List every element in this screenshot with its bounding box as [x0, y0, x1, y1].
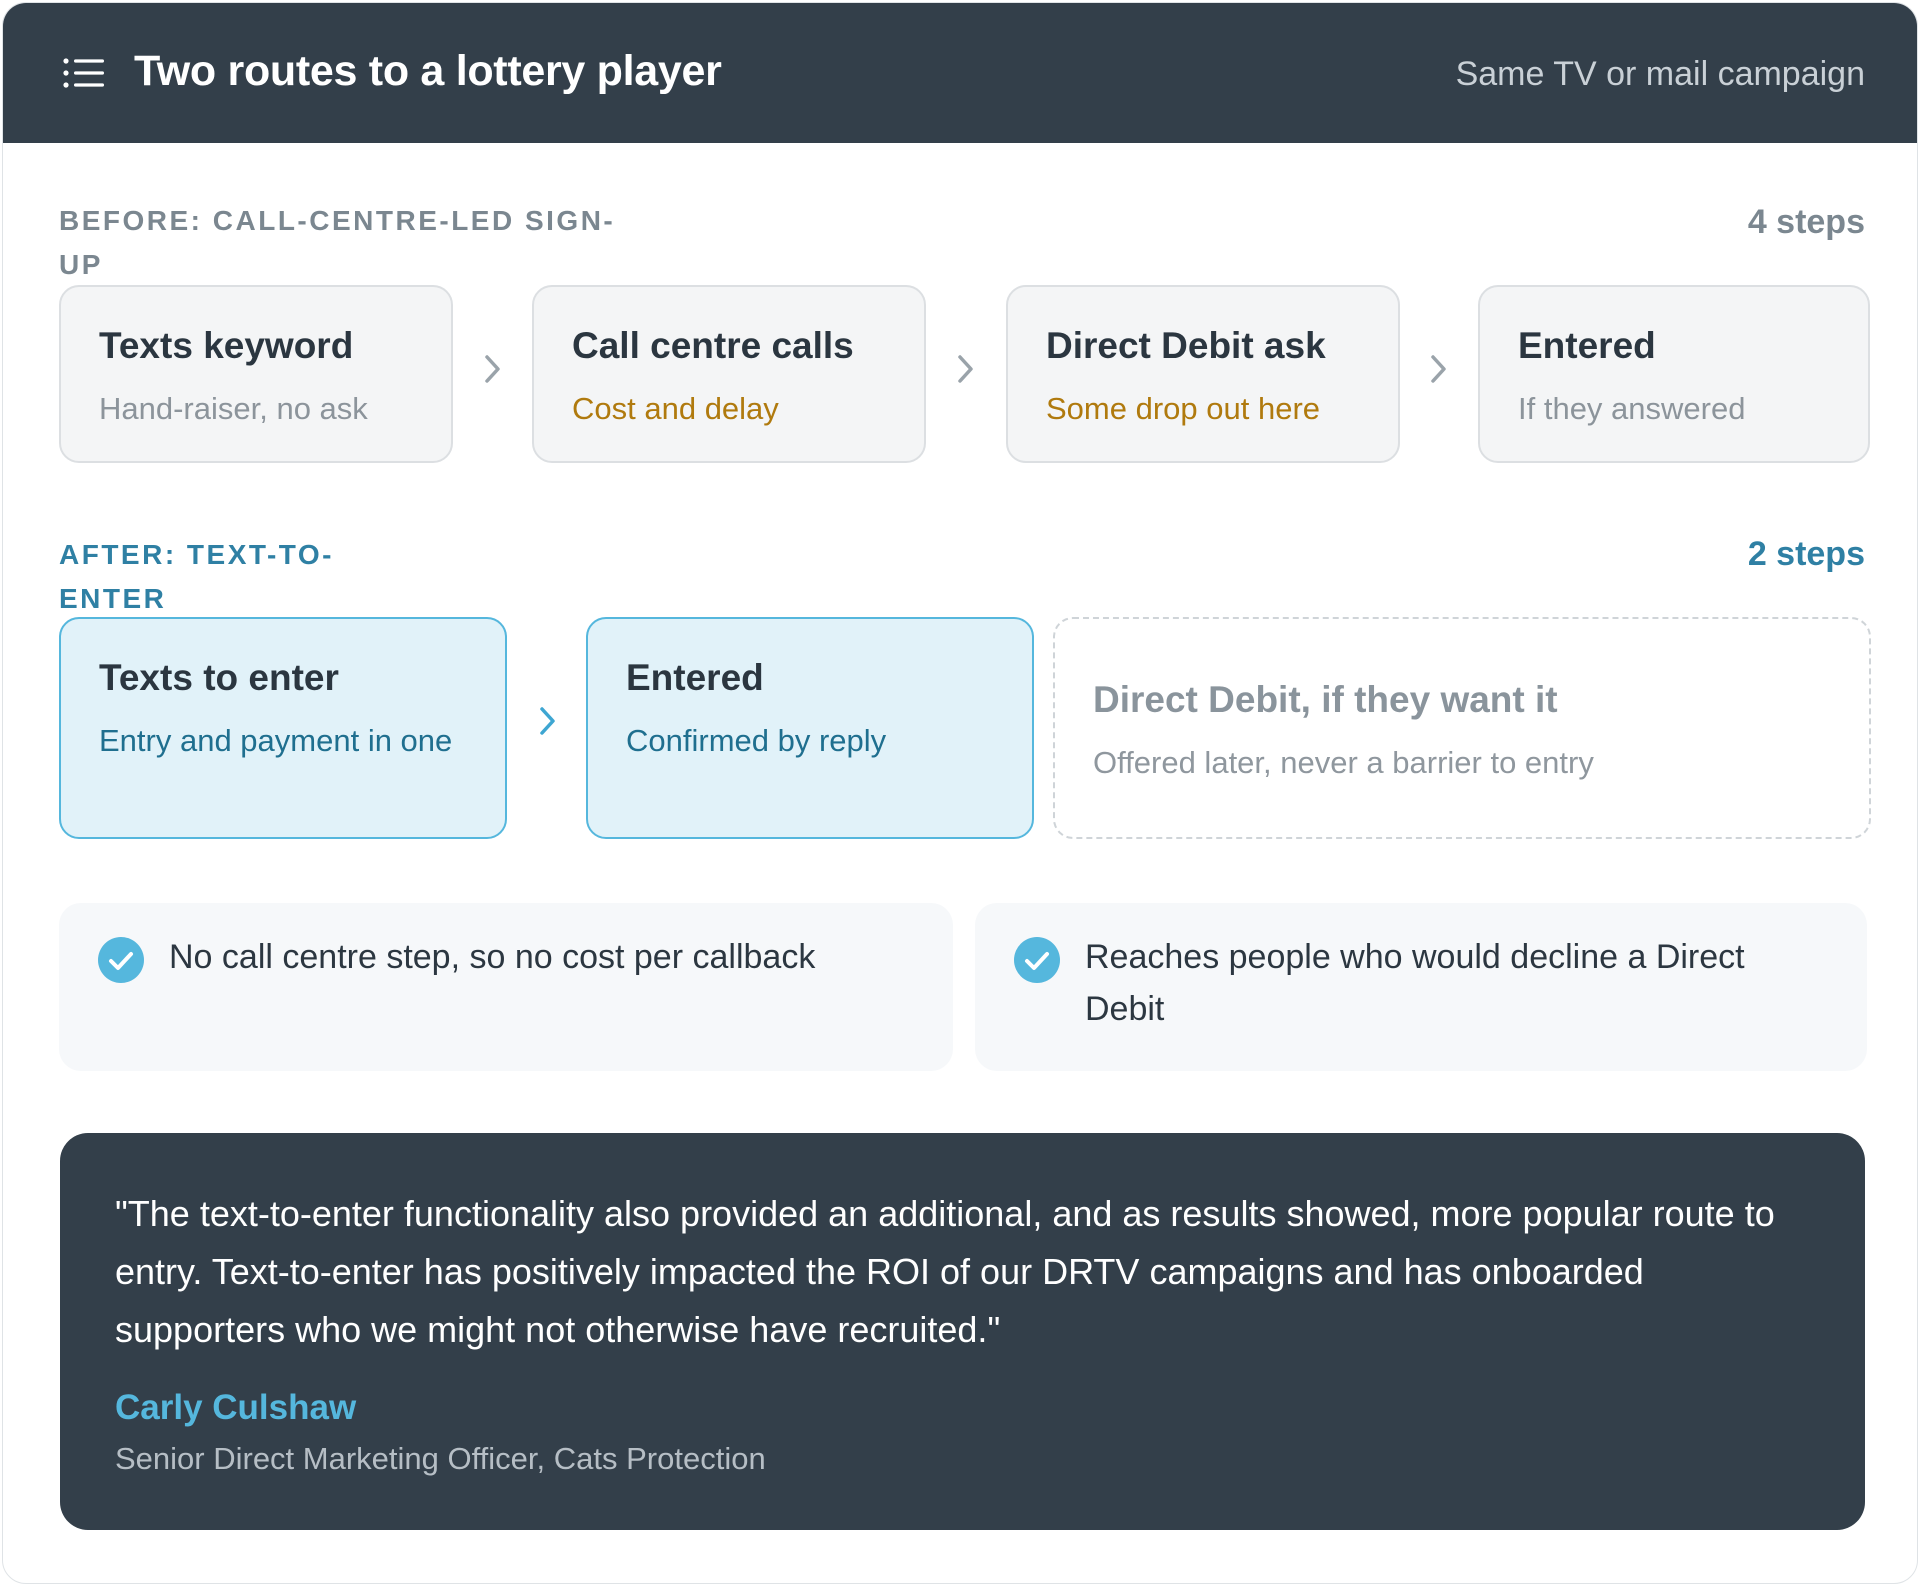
step-title: Direct Debit ask	[1046, 325, 1326, 366]
testimonial-quote: "The text-to-enter functionality also pr…	[60, 1133, 1865, 1530]
chevron-right-icon	[540, 707, 555, 735]
optional-title: Direct Debit, if they want it	[1093, 679, 1558, 720]
step-subtitle: Cost and delay	[572, 391, 779, 426]
before-section-label: BEFORE: CALL-CENTRE-LED SIGN-UP	[59, 205, 616, 280]
header-subtitle: Same TV or mail campaign	[1455, 55, 1865, 93]
optional-subtitle: Offered later, never a barrier to entry	[1093, 745, 1594, 780]
quote-text: "The text-to-enter functionality also pr…	[115, 1193, 1775, 1350]
benefit-text: Reaches people who would decline a Direc…	[1085, 938, 1745, 1028]
step-subtitle: Some drop out here	[1046, 391, 1321, 426]
page-title: Two routes to a lottery player	[134, 47, 722, 95]
check-circle-icon	[1014, 937, 1060, 983]
step-title: Call centre calls	[572, 325, 854, 366]
step-title: Texts keyword	[99, 325, 354, 366]
benefit-note: Reaches people who would decline a Direc…	[975, 903, 1867, 1071]
chevron-right-icon	[485, 355, 500, 383]
before-step-2: Call centre calls Cost and delay	[532, 285, 926, 463]
step-subtitle: If they answered	[1518, 391, 1746, 426]
step-title: Entered	[626, 657, 764, 698]
after-step-1: Texts to enter Entry and payment in one	[59, 617, 507, 839]
step-title: Texts to enter	[99, 657, 339, 698]
optional-direct-debit-box: Direct Debit, if they want it Offered la…	[1053, 617, 1871, 839]
after-section-label: AFTER: TEXT-TO-ENTER	[59, 539, 334, 614]
chevron-right-icon	[958, 355, 973, 383]
after-step-count: 2 steps	[1747, 535, 1865, 573]
step-title: Entered	[1518, 325, 1656, 366]
before-step-1: Texts keyword Hand-raiser, no ask	[59, 285, 453, 463]
diagram-card: Two routes to a lottery player Same TV o…	[2, 2, 1918, 1584]
step-subtitle: Confirmed by reply	[626, 723, 887, 758]
step-subtitle: Entry and payment in one	[99, 723, 453, 758]
benefit-note: No call centre step, so no cost per call…	[59, 903, 953, 1071]
quote-author-name: Carly Culshaw	[115, 1388, 357, 1427]
step-subtitle: Hand-raiser, no ask	[99, 391, 368, 426]
quote-author-role: Senior Direct Marketing Officer, Cats Pr…	[115, 1441, 766, 1476]
chevron-right-icon	[1431, 355, 1446, 383]
before-step-count: 4 steps	[1747, 203, 1865, 241]
before-step-4: Entered If they answered	[1478, 285, 1870, 463]
check-circle-icon	[98, 937, 144, 983]
before-step-3: Direct Debit ask Some drop out here	[1006, 285, 1400, 463]
header-bar: Two routes to a lottery player Same TV o…	[3, 3, 1917, 143]
list-icon	[63, 58, 104, 88]
after-step-2: Entered Confirmed by reply	[586, 617, 1034, 839]
benefit-text: No call centre step, so no cost per call…	[169, 938, 816, 976]
